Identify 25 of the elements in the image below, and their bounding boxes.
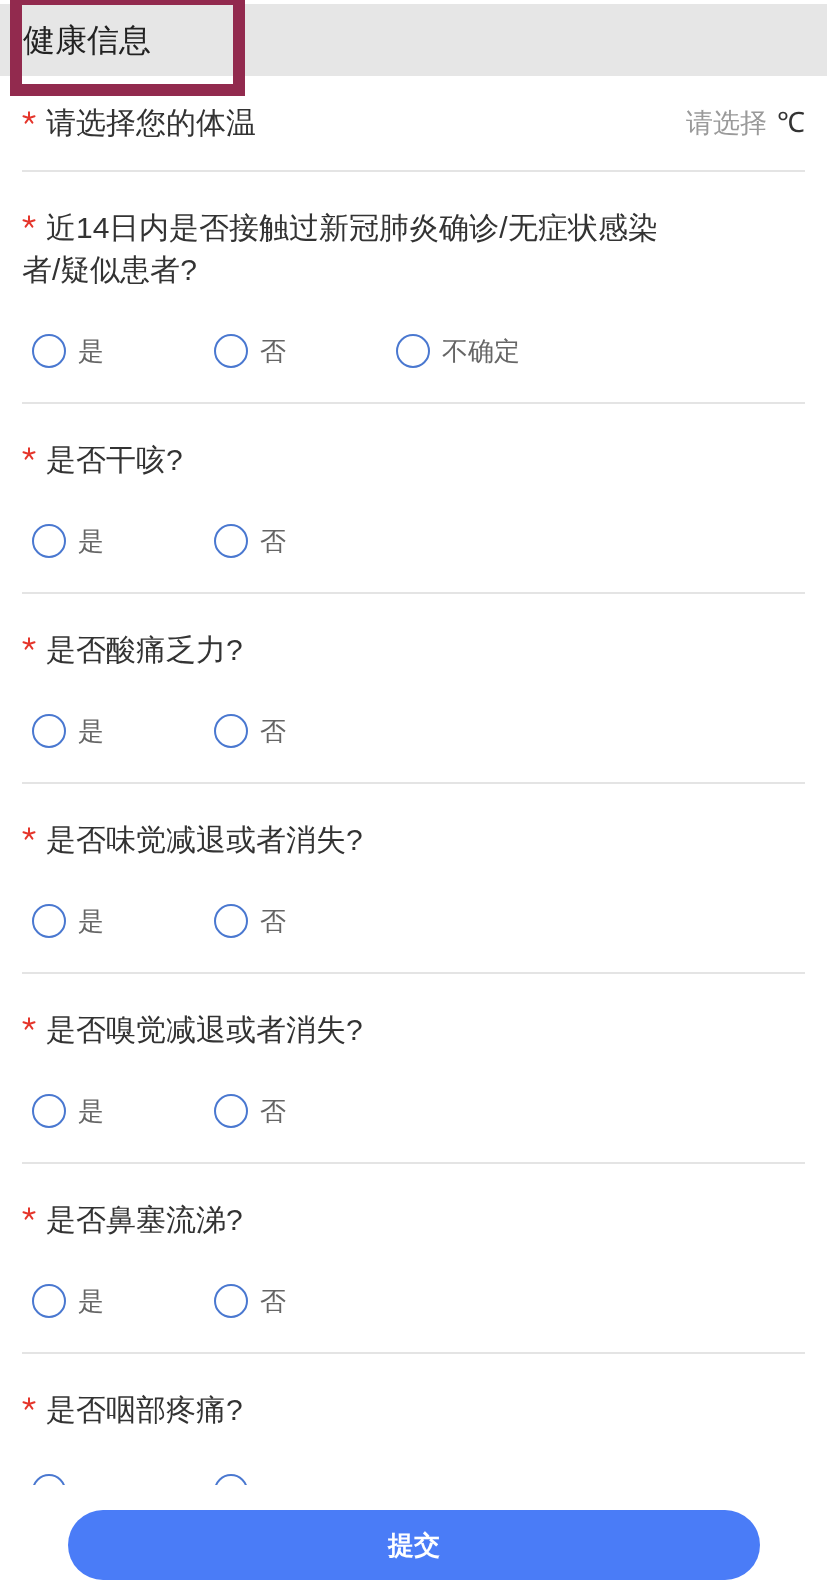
radio-option[interactable]: 是 [32,1284,104,1318]
question-text: 是否咽部疼痛? [46,1393,243,1426]
radio-option[interactable]: 是 [32,524,104,558]
radio-option[interactable]: 否 [214,904,286,938]
radio-option[interactable]: 否 [214,334,286,368]
radio-option[interactable]: 是 [32,904,104,938]
temperature-select-field[interactable]: 请选择 [679,102,767,144]
radio-option[interactable]: 否 [214,1094,286,1128]
question-text: 是否鼻塞流涕? [46,1203,243,1236]
radio-option[interactable]: 否 [214,1284,286,1318]
radio-option[interactable]: 不确定 [396,334,520,368]
question-text: 是否味觉减退或者消失? [46,823,363,856]
unit-label: ℃ [777,106,805,140]
radio-option[interactable]: 是 [32,714,104,748]
submit-button[interactable]: 提交 [67,1510,760,1580]
radio-option[interactable]: 否 [214,524,286,558]
question-text: 近14日内是否接触过新冠肺炎确诊/无症状感染者/疑似患者? [22,211,658,286]
question-text: 是否酸痛乏力? [46,633,243,666]
radio-option[interactable]: 是 [32,1094,104,1128]
question-text: 是否干咳? [46,443,183,476]
section-title: 健康信息 [23,21,151,59]
field-label: 请选择您的体温 [46,105,256,141]
question-text: 是否嗅觉减退或者消失? [46,1013,363,1046]
radio-option[interactable]: 否 [214,714,286,748]
radio-option[interactable]: 是 [32,334,104,368]
